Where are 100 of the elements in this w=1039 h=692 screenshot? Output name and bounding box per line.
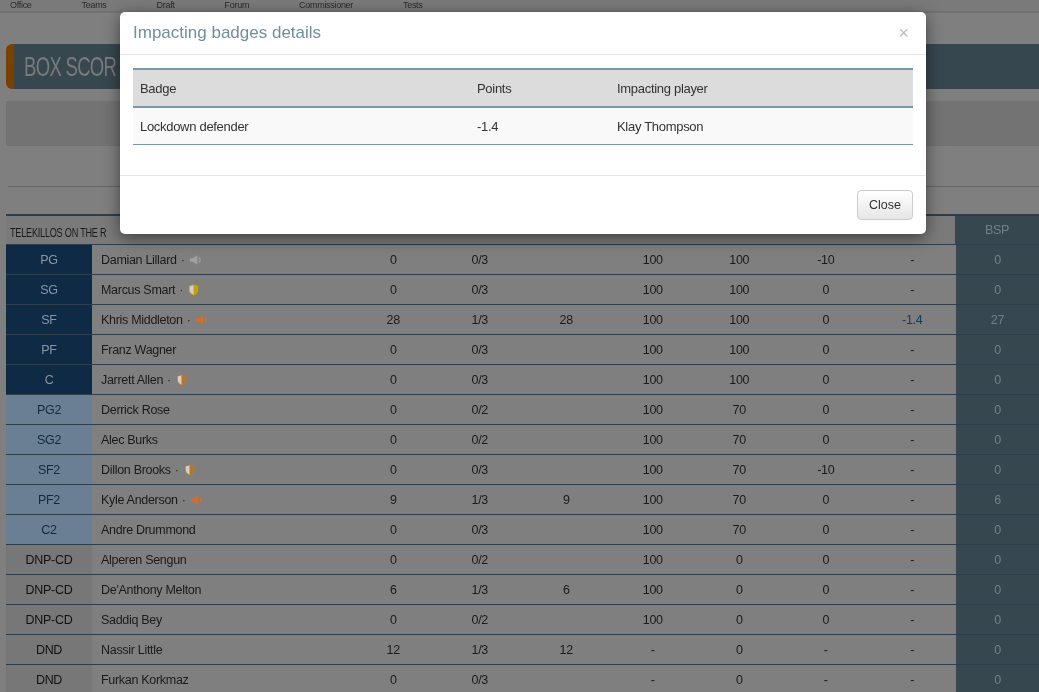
close-button[interactable]: Close: [857, 190, 913, 220]
stat-value: 0: [822, 372, 830, 387]
nav-link[interactable]: Tests: [403, 0, 423, 10]
nav-link[interactable]: Commissioner: [299, 0, 353, 10]
player-name[interactable]: Dillon Brooks: [101, 462, 171, 477]
bsp-cell: 0: [955, 635, 1039, 664]
position-cell: DND: [6, 635, 92, 664]
stat-value: 100: [642, 342, 663, 357]
stat-value: 100: [642, 372, 663, 387]
bsp-cell: 0: [955, 545, 1039, 574]
bsp-cell: 0: [955, 455, 1039, 484]
separator-dot: ·: [180, 252, 185, 267]
stat-value: -: [910, 522, 915, 537]
player-name[interactable]: Franz Wagner: [101, 342, 177, 357]
stat-value: 1/3: [471, 312, 488, 327]
bsp-cell: 6: [955, 485, 1039, 514]
stat-value: 100: [642, 522, 663, 537]
stat-value: 100: [729, 312, 750, 327]
stat-value: 0/3: [471, 522, 488, 537]
player-name[interactable]: Derrick Rose: [101, 402, 170, 417]
position-cell: C2: [6, 515, 92, 544]
stat-value: 0: [389, 252, 397, 267]
stat-value: -: [823, 672, 828, 687]
player-name[interactable]: Furkan Korkmaz: [101, 672, 189, 687]
stat-value: 0: [735, 642, 743, 657]
bsp-cell: 0: [955, 365, 1039, 394]
bsp-cell: 0: [955, 605, 1039, 634]
column-header: Badge: [139, 80, 178, 96]
shield-icon[interactable]: [187, 283, 201, 296]
stat-value: 0/2: [471, 432, 488, 447]
stat-value: 100: [642, 612, 663, 627]
stat-value: 0: [389, 282, 397, 297]
table-cell-text: -1.4: [476, 118, 500, 134]
player-name[interactable]: Nassir Little: [101, 642, 163, 657]
player-name[interactable]: Khris Middleton: [101, 312, 183, 327]
stat-value: 28: [386, 312, 400, 327]
stat-value: 100: [729, 372, 750, 387]
player-name[interactable]: Jarrett Allen: [101, 372, 164, 387]
stat-value: 0: [822, 402, 830, 417]
stat-value: 28: [559, 312, 573, 327]
stat-value: 100: [642, 402, 663, 417]
stat-value: 0: [389, 672, 397, 687]
stat-value: 100: [642, 462, 663, 477]
nav-link[interactable]: Forum: [224, 0, 250, 10]
stat-value: -: [910, 612, 915, 627]
stat-value: 100: [729, 252, 750, 267]
page-title: BOX SCOR: [24, 50, 117, 83]
stat-value: -: [910, 282, 915, 297]
nav-link[interactable]: Office: [10, 0, 32, 10]
position-cell: DNP-CD: [6, 575, 92, 604]
shield-icon[interactable]: [182, 463, 196, 476]
stat-value: -: [910, 402, 915, 417]
player-name[interactable]: Saddiq Bey: [101, 612, 162, 627]
stat-value: 0: [389, 342, 397, 357]
stat-value: 0: [822, 582, 830, 597]
shield-icon[interactable]: [175, 373, 188, 386]
team-header: TELEKILLOS ON THE R: [10, 226, 107, 240]
stat-value: 0/2: [471, 552, 488, 567]
stat-value: 0: [389, 432, 397, 447]
table-cell-text: Lockdown defender: [139, 118, 250, 134]
nav-link[interactable]: Teams: [81, 0, 107, 10]
stat-value: 1/3: [471, 642, 488, 657]
nav-link[interactable]: Draft: [156, 0, 175, 10]
separator-dot: ·: [174, 462, 179, 477]
stat-value: 0: [822, 612, 830, 627]
stat-value: 100: [642, 552, 663, 567]
bsp-cell: 0: [955, 425, 1039, 454]
stat-value: -10: [817, 462, 835, 477]
stat-value: 100: [642, 432, 663, 447]
stat-value: 0: [735, 612, 743, 627]
position-cell: SG: [6, 275, 92, 304]
position-cell: DNP-CD: [6, 545, 92, 574]
badge-points-link[interactable]: -1.4: [902, 312, 923, 327]
position-cell: PF2: [6, 485, 92, 514]
player-name[interactable]: De'Anthony Melton: [101, 582, 202, 597]
stat-value: 0: [822, 282, 830, 297]
stat-value: 9: [389, 492, 397, 507]
stat-value: -: [910, 252, 915, 267]
bsp-cell: 0: [955, 575, 1039, 604]
player-name[interactable]: Andre Drummond: [101, 522, 196, 537]
player-name[interactable]: Alec Burks: [101, 432, 158, 447]
stat-value: -10: [817, 252, 835, 267]
player-name[interactable]: Kyle Anderson: [101, 492, 178, 507]
stat-value: 0/3: [471, 342, 488, 357]
stat-value: -: [650, 642, 655, 657]
stat-value: 0/3: [471, 672, 488, 687]
stat-value: 100: [642, 282, 663, 297]
position-cell: DND: [6, 665, 92, 692]
stat-value: 0/3: [471, 462, 488, 477]
stat-value: 100: [729, 342, 750, 357]
player-name[interactable]: Damian Lillard: [101, 252, 177, 267]
megaphone-icon[interactable]: [188, 253, 202, 266]
player-name[interactable]: Alperen Sengun: [101, 552, 187, 567]
separator-dot: ·: [186, 312, 191, 327]
bsp-cell: 0: [955, 395, 1039, 424]
stat-value: 6: [389, 582, 397, 597]
column-header: Points: [476, 80, 513, 96]
bsp-cell: 0: [955, 515, 1039, 544]
player-name[interactable]: Marcus Smart: [101, 282, 176, 297]
stat-value: 0: [389, 612, 397, 627]
